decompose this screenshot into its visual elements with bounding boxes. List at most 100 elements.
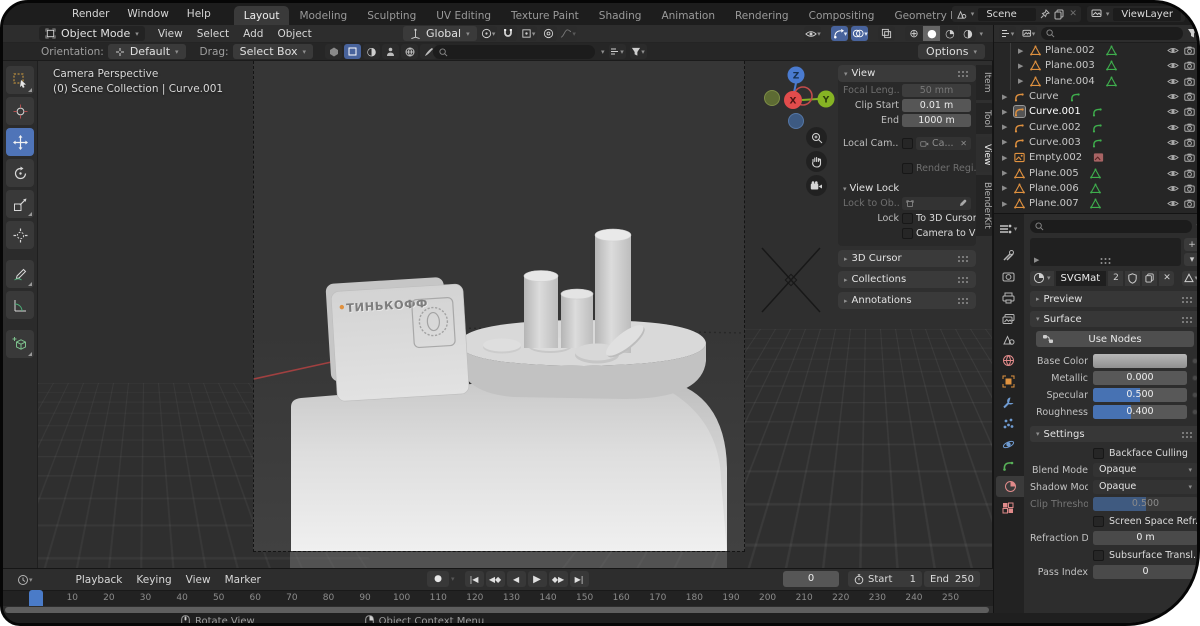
select-box-tool[interactable] (6, 66, 34, 94)
unlink-icon[interactable]: ✕ (1069, 9, 1077, 19)
show-object-types-dropdown[interactable]: ▾ (804, 26, 822, 41)
measure-tool[interactable] (6, 291, 34, 319)
clear-icon[interactable]: ✕ (960, 139, 967, 148)
animate-dot[interactable] (1192, 392, 1197, 398)
unlink-material-button[interactable]: ✕ (1159, 270, 1175, 286)
particles-tab[interactable] (994, 413, 1022, 434)
base-color-swatch[interactable] (1093, 354, 1187, 368)
eye-visibility-icon[interactable] (1167, 138, 1180, 147)
clip-start-field[interactable]: 0.01 m (902, 99, 971, 112)
collapsed-panel-header[interactable]: ▸ Annotations (838, 292, 976, 309)
expand-triangle-icon[interactable]: ▶ (1002, 154, 1010, 162)
jump-to-end-button[interactable]: ▶| (569, 571, 589, 587)
object-data-icon[interactable] (1089, 183, 1101, 194)
outliner-row[interactable]: ▶ Plane.003 (994, 58, 1197, 73)
orientation-dropdown[interactable]: Global ▾ (403, 26, 477, 41)
scene-selector[interactable]: ▾ Scene ✕ (951, 6, 1081, 22)
local-camera-checkbox[interactable] (902, 138, 913, 149)
eyedropper-icon[interactable] (958, 199, 967, 208)
use-nodes-button[interactable]: Use Nodes (1036, 331, 1194, 347)
expand-triangle-icon[interactable]: ▶ (1002, 93, 1010, 101)
options-button[interactable]: Options ▾ (918, 44, 985, 59)
n-panel-tab[interactable]: Tool (976, 102, 992, 134)
topbar-menu-item[interactable]: Window (118, 8, 177, 20)
frame-start-field[interactable]: Start 1 (848, 571, 922, 587)
wireframe-shading-button[interactable]: ⊕ (905, 26, 923, 41)
playhead[interactable] (29, 590, 43, 606)
preview-panel-header[interactable]: ▸ Preview (1030, 291, 1197, 307)
workspace-tab[interactable]: Texture Paint (501, 6, 589, 25)
navigation-gizmo[interactable]: Z X Y (758, 63, 848, 141)
orientation-default-dropdown[interactable]: Default ▾ (107, 44, 186, 59)
solid-shading-button[interactable]: ● (923, 26, 941, 41)
object-data-icon[interactable] (1105, 45, 1117, 56)
slot-specials-dropdown[interactable]: ▾ (1184, 253, 1197, 266)
next-keyframe-button[interactable]: ◆▶ (548, 571, 568, 587)
material-link-dropdown[interactable]: ▾ (1182, 270, 1197, 286)
workspace-tab[interactable]: Compositing (799, 6, 885, 25)
eye-visibility-icon[interactable] (1167, 123, 1180, 132)
subsurface-translucency-checkbox[interactable] (1093, 549, 1104, 561)
eye-visibility-icon[interactable] (1167, 107, 1180, 116)
object-data-icon[interactable] (1092, 106, 1103, 117)
camera-render-visibility-icon[interactable] (1184, 199, 1197, 208)
filter-collection-dropdown[interactable]: ▾ (1020, 26, 1037, 41)
snap-target-dropdown[interactable]: ▾ (519, 26, 537, 41)
keying-set-dropdown[interactable]: ▾ (451, 575, 455, 583)
object-data-icon[interactable] (1092, 137, 1103, 148)
animate-dot[interactable] (1192, 358, 1197, 364)
eye-visibility-icon[interactable] (1167, 153, 1180, 162)
topbar-menu-item[interactable]: Help (178, 8, 220, 20)
modifiers-tab[interactable] (994, 392, 1022, 413)
specular-slider[interactable]: 0.500 (1093, 388, 1187, 402)
zoom-button[interactable] (806, 127, 827, 148)
pivot-point-dropdown[interactable]: ▾ (479, 26, 497, 41)
new-material-button[interactable] (1142, 270, 1158, 286)
viewlayer-name-field[interactable]: ViewLayer (1113, 7, 1181, 21)
workspace-tab[interactable]: Layout (233, 6, 290, 25)
clip-threshold-slider[interactable]: 0.500 (1093, 497, 1197, 511)
fake-user-shield-button[interactable] (1125, 270, 1141, 286)
object-icon[interactable] (1030, 60, 1041, 71)
outliner-row[interactable]: ▶ Plane.005 (994, 165, 1197, 180)
asset-search-input[interactable] (433, 45, 595, 59)
material-slot-list[interactable]: ▶ (1030, 238, 1181, 266)
shading-dropdown[interactable]: ▾ (979, 30, 983, 38)
expand-triangle-icon[interactable]: ▶ (1002, 108, 1010, 116)
camera-to-view-checkbox[interactable] (902, 228, 913, 239)
overlays-toggle[interactable]: ▾ (851, 26, 869, 41)
workspace-tab[interactable]: Shading (589, 6, 652, 25)
metallic-slider[interactable]: 0.000 (1093, 371, 1187, 385)
workspace-tab[interactable]: Rendering (725, 6, 799, 25)
rotate-tool[interactable] (6, 159, 34, 187)
outliner-search-input[interactable] (1041, 27, 1183, 40)
render-tab[interactable] (994, 266, 1022, 287)
view-layer-tab[interactable] (994, 308, 1022, 329)
collapsed-panel-header[interactable]: ▸ Collections (838, 271, 976, 288)
to-3d-cursor-checkbox[interactable] (902, 213, 913, 224)
object-data-icon[interactable] (1105, 76, 1117, 87)
transform-tool[interactable] (6, 221, 34, 249)
physics-tab[interactable] (994, 434, 1022, 455)
focal-length-field[interactable]: 50 mm (902, 84, 971, 97)
material-tab[interactable] (996, 476, 1024, 497)
search-dropdown[interactable]: ▾ (601, 48, 605, 56)
object-data-icon[interactable] (1089, 198, 1101, 209)
camera-render-visibility-icon[interactable] (1184, 184, 1197, 193)
n-panel-tab[interactable]: BlenderKit (976, 175, 992, 237)
play-button[interactable]: ▶ (527, 571, 547, 587)
viewport-menu-item[interactable]: View (151, 28, 190, 40)
screen-space-refraction-checkbox[interactable] (1093, 515, 1104, 527)
object-data-icon[interactable] (1105, 60, 1117, 71)
n-panel-tab[interactable]: Item (976, 65, 992, 100)
collapsed-panel-header[interactable]: ▸ 3D Cursor (838, 250, 976, 267)
n-panel-tab[interactable]: View (976, 136, 992, 173)
snap-magnet-icon[interactable] (499, 26, 517, 41)
object-icon[interactable] (1014, 122, 1025, 133)
material-name-field[interactable]: SVGMat (1055, 270, 1107, 286)
camera-render-visibility-icon[interactable] (1184, 107, 1197, 117)
viewport-menu-item[interactable]: Add (236, 28, 270, 40)
camera-render-visibility-icon[interactable] (1184, 61, 1197, 71)
panel-grip[interactable] (957, 276, 970, 283)
frame-ruler[interactable]: 10 20 30 40 50 60 70 80 90 100 110 120 130 140 150 160 1… (3, 590, 993, 606)
